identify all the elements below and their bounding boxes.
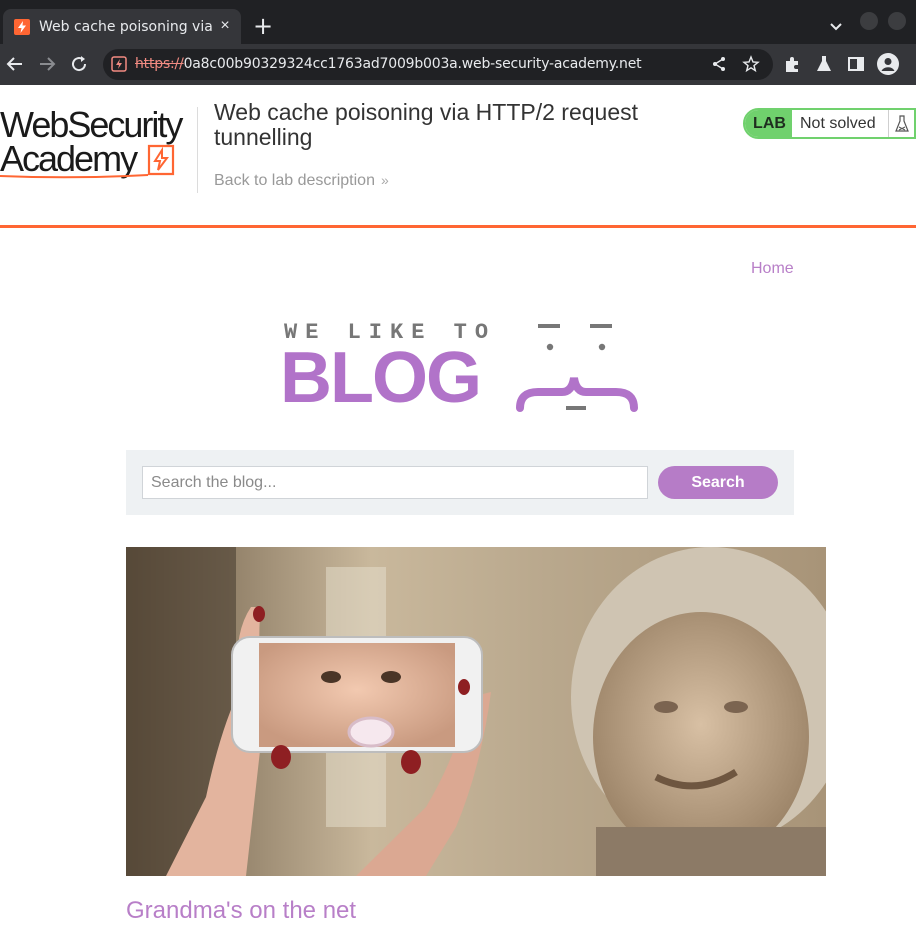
forward-arrow-icon[interactable]	[36, 53, 58, 75]
logo-underline-icon	[0, 174, 149, 179]
back-arrow-icon[interactable]	[4, 53, 26, 75]
browser-toolbar: https://0a8c00b90329324cc1763ad7009b003a…	[0, 44, 916, 85]
lab-header: WebSecurity Academy Web cache poisoning …	[0, 85, 916, 228]
address-bar[interactable]: https://0a8c00b90329324cc1763ad7009b003a…	[103, 49, 773, 80]
lab-title: Web cache poisoning via HTTP/2 request t…	[214, 99, 639, 150]
tab-search-chevron-icon[interactable]	[826, 16, 846, 36]
labs-flask-icon[interactable]	[814, 54, 834, 74]
lab-badge: LAB	[745, 110, 792, 137]
logo-text-line2: Academy	[0, 138, 138, 179]
window-minimize-icon[interactable]	[860, 12, 878, 30]
post-image[interactable]	[126, 547, 826, 876]
browser-tab[interactable]: Web cache poisoning via HTTP/2 request t…	[3, 9, 241, 44]
header-divider	[197, 107, 198, 193]
search-button[interactable]: Search	[658, 466, 778, 499]
extensions-puzzle-icon[interactable]	[782, 54, 802, 74]
blog-face-icon	[516, 324, 638, 412]
academy-favicon-icon	[14, 18, 30, 35]
new-tab-icon[interactable]: +	[252, 14, 274, 38]
browser-tabstrip: Web cache poisoning via HTTP/2 request t…	[0, 0, 916, 44]
bookmark-star-icon[interactable]	[742, 55, 760, 73]
url-text[interactable]: https://0a8c00b90329324cc1763ad7009b003a…	[135, 56, 642, 72]
blog-logo-word: BLOG	[280, 338, 482, 418]
grandma-phone-photo-icon	[126, 547, 826, 876]
lab-status-text: Not solved	[800, 114, 876, 132]
profile-avatar-icon[interactable]	[877, 53, 899, 75]
post-title-link[interactable]: Grandma's on the net	[126, 897, 356, 925]
window-maximize-icon[interactable]	[888, 12, 906, 30]
lab-flask-icon	[888, 110, 914, 137]
not-secure-warning-icon[interactable]	[111, 56, 127, 72]
double-chevron-right-icon: »	[380, 172, 389, 188]
side-panel-icon[interactable]	[846, 54, 866, 74]
back-link-label: Back to lab description	[214, 172, 375, 189]
nav-home-link[interactable]: Home	[751, 260, 794, 278]
blog-search-panel: Search	[126, 450, 794, 515]
share-icon[interactable]	[710, 55, 728, 73]
reload-icon[interactable]	[68, 53, 90, 75]
web-security-academy-logo[interactable]: WebSecurity Academy	[0, 107, 195, 179]
blog-logo: WE LIKE TO BLOG	[280, 316, 640, 416]
academy-bolt-icon	[147, 144, 175, 176]
tab-close-icon[interactable]: ×	[217, 18, 233, 34]
back-to-lab-description-link[interactable]: Back to lab description »	[214, 172, 389, 190]
lab-status-widget: LAB Not solved	[743, 108, 916, 139]
blog-search-input[interactable]	[142, 466, 648, 499]
url-host: 0a8c00b90329324cc1763ad7009b003a.web-sec…	[183, 56, 642, 72]
url-scheme: https://	[135, 56, 184, 72]
tab-title: Web cache poisoning via HTTP/2 request t…	[39, 18, 217, 35]
